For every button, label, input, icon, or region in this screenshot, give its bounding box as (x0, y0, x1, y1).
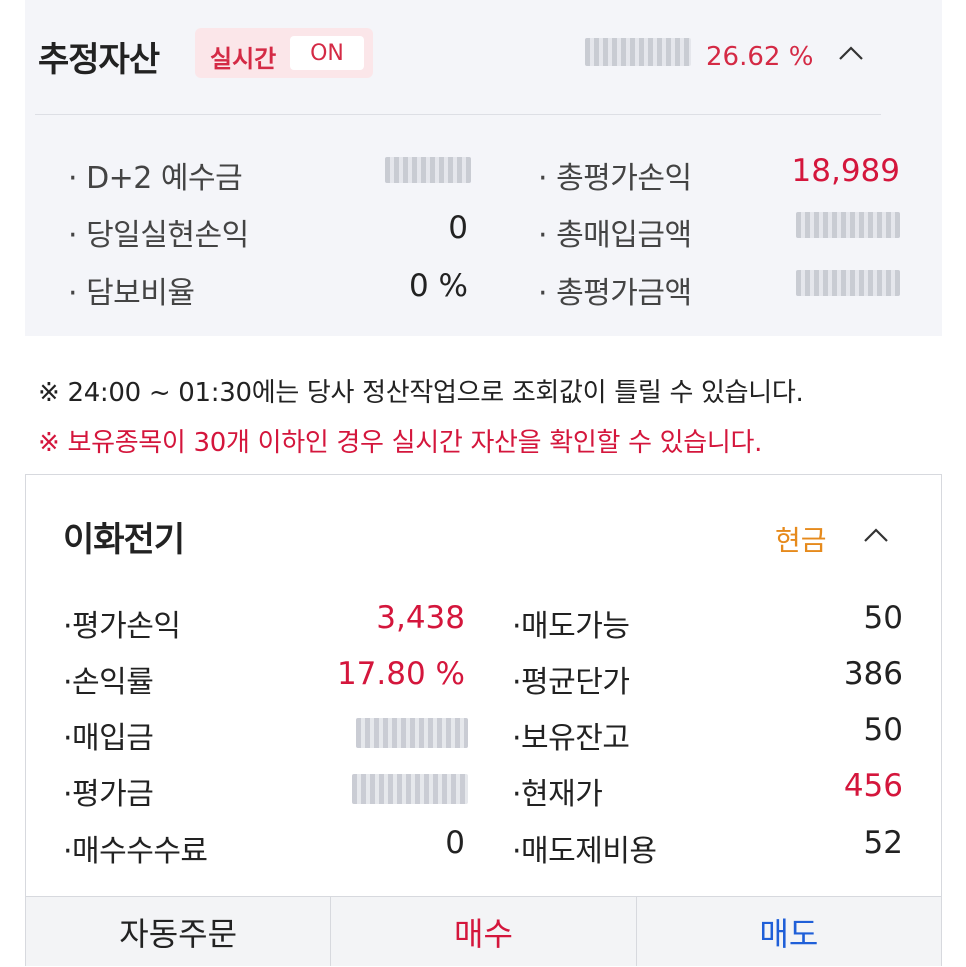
deposit-masked-value (385, 157, 471, 183)
order-action-bar: 자동주문 매수 매도 (26, 896, 941, 966)
holding-label-buy-fee: ·매수수수료 (63, 834, 208, 869)
auto-order-button[interactable]: 자동주문 (26, 897, 332, 966)
holding-value-sell-cost: 52 (863, 825, 903, 861)
chevron-up-icon[interactable] (837, 40, 865, 68)
holding-label-avg-price: ·평균단가 (512, 665, 630, 700)
summary-value-total-eval-pl: 18,989 (791, 153, 900, 189)
holding-value-buy-fee: 0 (445, 825, 465, 861)
holding-label-sell-cost: ·매도제비용 (512, 834, 657, 869)
realtime-on-badge[interactable]: ON (290, 36, 364, 70)
summary-title: 추정자산 (38, 40, 160, 80)
holding-value-quantity: 50 (863, 712, 903, 748)
realtime-label: 실시간 (210, 45, 277, 73)
holding-label-eval-pl: ·평가손익 (63, 609, 181, 644)
holding-label-sellable: ·매도가능 (512, 609, 630, 644)
holding-label-eval: ·평가금 (63, 777, 154, 812)
holding-label-return: ·손익률 (63, 665, 154, 700)
summary-label-total-eval: · 총평가금액 (538, 276, 692, 311)
holding-value-eval-pl: 3,438 (376, 600, 465, 636)
holding-name[interactable]: 이화전기 (63, 512, 185, 561)
notice-realtime-limit: ※ 보유종목이 30개 이하인 경우 실시간 자산을 확인할 수 있습니다. (38, 428, 763, 458)
eval-masked-value (352, 774, 468, 804)
holding-label-quantity: ·보유잔고 (512, 721, 630, 756)
holding-label-purchase: ·매입금 (63, 721, 154, 756)
sell-button[interactable]: 매도 (637, 897, 941, 966)
total-asset-masked-value (585, 38, 691, 66)
total-eval-masked-value (796, 270, 900, 296)
purchase-masked-value (356, 718, 468, 748)
summary-label-collateral: · 담보비율 (68, 276, 195, 311)
chevron-up-icon[interactable] (862, 522, 890, 550)
holding-value-return: 17.80 % (336, 656, 465, 692)
buy-button[interactable]: 매수 (331, 897, 637, 966)
summary-label-deposit: · D+2 예수금 (68, 161, 243, 196)
summary-label-realized-pl: · 당일실현손익 (68, 218, 249, 253)
summary-value-realized-pl: 0 (448, 210, 468, 246)
holding-value-sellable: 50 (863, 600, 903, 636)
holding-label-current-price: ·현재가 (512, 777, 603, 812)
total-return-rate: 26.62 % (706, 42, 814, 72)
total-purchase-masked-value (796, 212, 900, 238)
holding-value-current-price: 456 (843, 768, 903, 804)
summary-label-total-eval-pl: · 총평가손익 (538, 161, 692, 196)
holding-type-badge: 현금 (775, 524, 827, 557)
notice-settlement: ※ 24:00 ~ 01:30에는 당사 정산작업으로 조회값이 틀릴 수 있습… (38, 378, 804, 408)
summary-divider (35, 114, 881, 115)
summary-label-total-purchase: · 총매입금액 (538, 218, 692, 253)
summary-value-collateral: 0 % (408, 268, 468, 304)
holding-value-avg-price: 386 (843, 656, 903, 692)
